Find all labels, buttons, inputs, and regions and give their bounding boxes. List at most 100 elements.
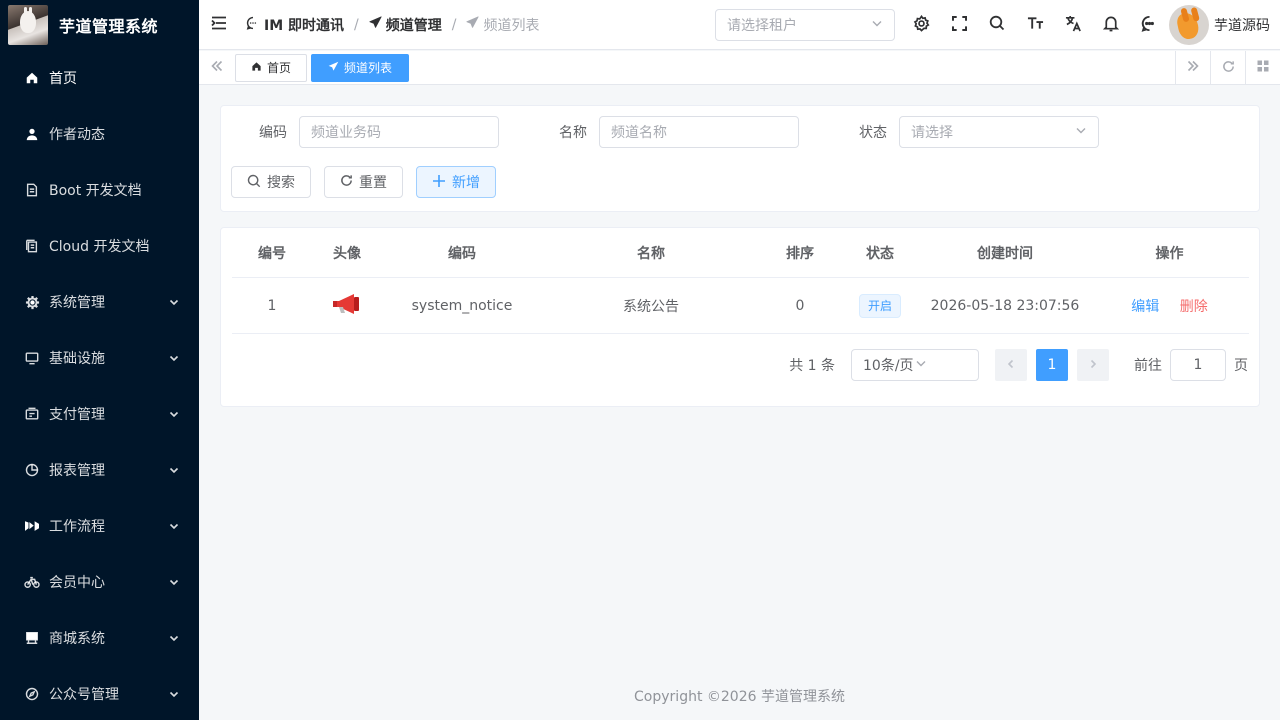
edit-button[interactable]: 编辑 xyxy=(1131,299,1159,315)
tag-menu-button[interactable] xyxy=(1245,51,1280,85)
language-button[interactable] xyxy=(1054,0,1092,50)
home-icon xyxy=(24,70,40,86)
chevron-down-icon xyxy=(169,465,179,475)
chevron-down-icon xyxy=(169,353,179,363)
shop-icon xyxy=(24,630,40,646)
collapse-menu-button[interactable] xyxy=(199,0,239,50)
notification-button[interactable] xyxy=(1092,0,1130,50)
channel-table: 编号 头像 编码 名称 排序 状态 创建时间 操作 1 system_notic… xyxy=(232,228,1249,334)
tag-label: 首页 xyxy=(267,61,292,75)
tag-channel-list[interactable]: 频道列表 xyxy=(311,53,410,82)
sidebar-item-label: Cloud 开发文档 xyxy=(49,239,150,255)
sidebar: 芋道管理系统 首页 作者动态 Boot 开发文档 Cloud 开发文档 系统管理… xyxy=(0,0,199,720)
sidebar-item-label: 会员中心 xyxy=(49,575,105,591)
monitor-icon xyxy=(24,350,40,366)
page-number-current[interactable]: 1 xyxy=(1036,349,1068,381)
sidebar-item-author-news[interactable]: 作者动态 xyxy=(0,106,199,162)
bicycle-icon xyxy=(24,574,40,590)
chevron-down-icon xyxy=(169,297,179,307)
chevron-down-icon xyxy=(169,521,179,531)
sidebar-item-home[interactable]: 首页 xyxy=(0,50,199,106)
status-label: 状态 xyxy=(859,125,887,141)
user-icon xyxy=(24,126,40,142)
next-page-button[interactable] xyxy=(1077,349,1109,381)
tags-scroll-right-button[interactable] xyxy=(1175,51,1210,85)
prev-page-button[interactable] xyxy=(995,349,1027,381)
send-icon xyxy=(328,61,344,75)
user-menu[interactable]: 芋道源码 xyxy=(1169,0,1280,50)
pie-chart-icon xyxy=(24,462,40,478)
table-row: 1 system_notice 系统公告 0 开启 2026-05-18 23:… xyxy=(232,278,1249,334)
page-suffix: 页 xyxy=(1234,358,1248,374)
goto-page-input[interactable]: 1 xyxy=(1170,349,1226,381)
chevron-down-icon xyxy=(1075,124,1087,140)
status-badge: 开启 xyxy=(858,293,901,318)
sidebar-item-label: 基础设施 xyxy=(49,351,105,367)
breadcrumb-label: 频道列表 xyxy=(483,17,540,34)
breadcrumb-label: IM 即时通讯 xyxy=(264,17,345,34)
sidebar-item-system[interactable]: 系统管理 xyxy=(0,274,199,330)
name-input[interactable]: 频道名称 xyxy=(599,116,799,148)
breadcrumb-item-channel-manage[interactable]: 频道管理 xyxy=(369,15,442,35)
search-button[interactable] xyxy=(978,0,1016,50)
column-header-actions: 操作 xyxy=(1155,245,1184,262)
hamburger-icon xyxy=(211,16,227,34)
search-actions: 搜索 重置 新增 xyxy=(231,166,509,198)
refresh-tag-button[interactable] xyxy=(1210,51,1245,85)
sidebar-item-label: 公众号管理 xyxy=(49,687,119,703)
search-button[interactable]: 搜索 xyxy=(231,166,311,198)
sidebar-item-infra[interactable]: 基础设施 xyxy=(0,330,199,386)
sidebar-item-mall[interactable]: 商城系统 xyxy=(0,610,199,666)
document-icon xyxy=(24,182,40,198)
delete-button[interactable]: 删除 xyxy=(1180,299,1208,315)
breadcrumb: IM 即时通讯 / 频道管理 / 频道列表 xyxy=(246,15,539,35)
tenant-select[interactable]: 请选择租户 xyxy=(715,9,895,41)
add-button-label: 新增 xyxy=(452,174,480,190)
column-header-avatar: 头像 xyxy=(333,245,361,262)
chevron-down-icon xyxy=(169,633,179,643)
sidebar-item-member[interactable]: 会员中心 xyxy=(0,554,199,610)
sidebar-item-boot-docs[interactable]: Boot 开发文档 xyxy=(0,162,199,218)
tags-scroll-left-button[interactable] xyxy=(199,51,235,85)
fullscreen-button[interactable] xyxy=(940,0,978,50)
user-name: 芋道源码 xyxy=(1214,18,1270,34)
sidebar-item-label: 商城系统 xyxy=(49,631,105,647)
font-size-button[interactable] xyxy=(1016,0,1054,50)
status-select[interactable]: 请选择 xyxy=(899,116,1099,148)
sidebar-item-label: 支付管理 xyxy=(49,407,105,423)
column-header-sort: 排序 xyxy=(786,245,814,262)
status-select-placeholder: 请选择 xyxy=(911,125,953,141)
sidebar-item-workflow[interactable]: 工作流程 xyxy=(0,498,199,554)
brand[interactable]: 芋道管理系统 xyxy=(0,0,199,50)
translate-icon xyxy=(1065,15,1082,36)
reset-button-label: 重置 xyxy=(359,174,387,190)
tag-home[interactable]: 首页 xyxy=(235,53,308,82)
page-size-select[interactable]: 10条/页 xyxy=(851,349,979,381)
add-button[interactable]: 新增 xyxy=(416,166,496,198)
plus-icon xyxy=(432,174,452,191)
tags-view: 首页 频道列表 xyxy=(199,51,1280,85)
sidebar-item-payment[interactable]: 支付管理 xyxy=(0,386,199,442)
message-button[interactable] xyxy=(1130,0,1168,50)
cell-sort: 0 xyxy=(795,297,805,314)
sidebar-item-label: 首页 xyxy=(49,71,77,87)
sidebar-item-wechat-mp[interactable]: 公众号管理 xyxy=(0,666,199,720)
sidebar-item-label: 系统管理 xyxy=(49,295,105,311)
goto-label: 前往 xyxy=(1134,358,1162,374)
sidebar-item-reports[interactable]: 报表管理 xyxy=(0,442,199,498)
breadcrumb-item-im[interactable]: IM 即时通讯 xyxy=(246,15,344,35)
column-header-created-at: 创建时间 xyxy=(977,245,1033,262)
column-header-name: 名称 xyxy=(637,245,665,262)
reset-button[interactable]: 重置 xyxy=(324,166,403,198)
documents-icon xyxy=(24,238,40,254)
sidebar-item-cloud-docs[interactable]: Cloud 开发文档 xyxy=(0,218,199,274)
gear-icon xyxy=(24,294,40,310)
workflow-icon xyxy=(24,518,40,534)
grid-icon xyxy=(1257,60,1269,76)
cell-created-at: 2026-05-18 23:07:56 xyxy=(930,297,1080,314)
code-input[interactable]: 频道业务码 xyxy=(299,116,499,148)
sidebar-item-label: 工作流程 xyxy=(49,519,105,535)
settings-button[interactable] xyxy=(902,0,940,50)
chevron-down-icon xyxy=(871,17,883,33)
fullscreen-icon xyxy=(951,15,967,35)
